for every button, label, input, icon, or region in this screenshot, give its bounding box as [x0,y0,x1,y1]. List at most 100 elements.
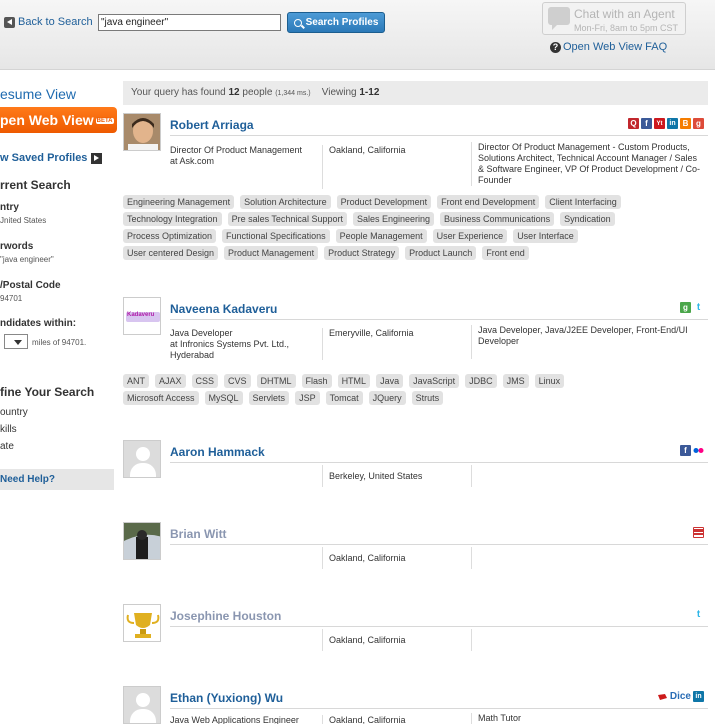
avatar[interactable] [123,686,161,724]
refine-search-heading: fine Your Search [0,385,95,399]
location: Oakland, California [322,547,462,569]
avatar[interactable] [123,604,161,642]
skill-tag[interactable]: Product Development [336,195,432,209]
candidate-name[interactable]: Naveena Kadaveru [170,302,277,316]
skill-tag[interactable]: Engineering Management [123,195,235,209]
back-arrow-icon [4,16,15,28]
blogger-icon[interactable]: B [680,118,691,129]
divider [170,544,708,545]
refine-country-link[interactable]: ountry [0,407,28,418]
social-links: f [680,445,704,456]
skill-tag[interactable]: People Management [335,229,427,243]
flickr-icon[interactable] [693,445,704,456]
skill-tag[interactable]: Java [376,374,404,388]
skill-tag[interactable]: JMS [502,374,529,388]
search-profiles-button[interactable]: Search Profiles [287,12,385,33]
skill-tag[interactable]: Product Strategy [324,246,400,260]
skill-tag[interactable]: Product Launch [405,246,477,260]
divider [170,708,708,709]
skill-tag[interactable]: DHTML [256,374,296,388]
open-web-view-button[interactable]: pen Web View BETA [0,107,117,133]
linkedin-icon[interactable]: in [693,691,704,702]
candidate-name[interactable]: Ethan (Yuxiong) Wu [170,691,283,705]
default-user-icon [136,693,150,707]
quora-icon[interactable]: Q [628,118,639,129]
skill-tag[interactable]: User Experience [432,229,508,243]
skill-tag[interactable]: Sales Engineering [352,212,435,226]
skill-tag[interactable]: HTML [337,374,371,388]
candidate-name[interactable]: Robert Arriaga [170,118,254,132]
twitter-icon[interactable]: t [693,302,704,313]
position-column [170,547,315,569]
divider [170,462,708,463]
linkedin-icon[interactable]: in [667,118,678,129]
faq-link[interactable]: ? Open Web View FAQ [550,41,667,53]
youtube-icon[interactable]: Yt [654,118,665,129]
skill-tag[interactable]: MySQL [204,391,243,405]
refine-state-link[interactable]: ate [0,441,14,452]
distance-select[interactable] [4,334,28,349]
facebook-icon[interactable]: f [680,445,691,456]
contact-card-icon[interactable] [693,527,704,538]
result-count: 12 [228,87,240,98]
skill-tag[interactable]: Servlets [248,391,290,405]
dice-icon[interactable] [656,691,668,702]
avatar[interactable] [123,113,161,151]
skill-tag[interactable]: Functional Specifications [222,229,330,243]
company: at Ask.com [170,156,215,166]
postal-code-value: 94701 [0,294,23,303]
candidate-name[interactable]: Josephine Houston [170,609,281,623]
headline: Director Of Product Management - Custom … [471,142,701,186]
skill-tag[interactable]: Product Management [224,246,319,260]
candidate-name[interactable]: Brian Witt [170,527,227,541]
chat-hours: Mon-Fri, 8am to 5pm CST [574,23,679,33]
skill-tag[interactable]: Microsoft Access [123,391,199,405]
skill-tag[interactable]: Syndication [560,212,615,226]
skill-tag[interactable]: Front end Development [437,195,540,209]
skill-tag[interactable]: Solution Architecture [240,195,331,209]
saved-profiles-link[interactable]: w Saved Profiles [0,152,103,164]
skill-tag[interactable]: Business Communications [440,212,555,226]
skill-tag[interactable]: Technology Integration [123,212,222,226]
skill-tag[interactable]: JDBC [465,374,497,388]
chat-with-agent-button[interactable]: Chat with an Agent Mon-Fri, 8am to 5pm C… [542,2,686,35]
candidate-name[interactable]: Aaron Hammack [170,445,265,459]
twitter-icon[interactable]: t [693,609,704,620]
job-title: Java Developer [170,328,233,338]
avatar[interactable] [123,440,161,478]
need-help-link[interactable]: Need Help? [0,469,114,490]
skill-tag[interactable]: User Interface [513,229,578,243]
avatar[interactable]: Kadaveru [123,297,161,335]
keywords-value: "java engineer" [0,255,54,264]
dice-link[interactable]: Dice [670,691,691,702]
skill-tag[interactable]: Struts [411,391,444,405]
skill-tag[interactable]: JSP [295,391,320,405]
location: Emeryville, California [322,328,462,360]
viewing-range: 1-12 [359,87,380,98]
facebook-icon[interactable]: f [641,118,652,129]
skill-tag[interactable]: Flash [301,374,332,388]
skill-tag[interactable]: AJAX [155,374,186,388]
skill-tag[interactable]: Client Interfacing [545,195,621,209]
skill-tag[interactable]: User centered Design [123,246,219,260]
skill-tag[interactable]: JavaScript [409,374,460,388]
headline [471,547,701,569]
search-input[interactable] [98,14,281,31]
skill-tag[interactable]: Linux [534,374,565,388]
google-icon[interactable]: g [693,118,704,129]
skill-tag[interactable]: Process Optimization [123,229,217,243]
headline [471,465,701,487]
people-label: people [242,87,273,98]
skill-tag[interactable]: JQuery [368,391,406,405]
query-summary-bar: Your query has found 12 people (1,344 ms… [123,81,708,105]
skill-tag[interactable]: Pre sales Technical Support [227,212,347,226]
back-to-search-link[interactable]: Back to Search [4,16,93,28]
skill-tag[interactable]: CSS [191,374,219,388]
skill-tag[interactable]: Front end [482,246,529,260]
avatar[interactable] [123,522,161,560]
skill-tag[interactable]: Tomcat [325,391,363,405]
skill-tag[interactable]: ANT [123,374,149,388]
refine-skills-link[interactable]: kills [0,424,17,435]
skill-tag[interactable]: CVS [224,374,251,388]
google-plus-icon[interactable]: g [680,302,691,313]
